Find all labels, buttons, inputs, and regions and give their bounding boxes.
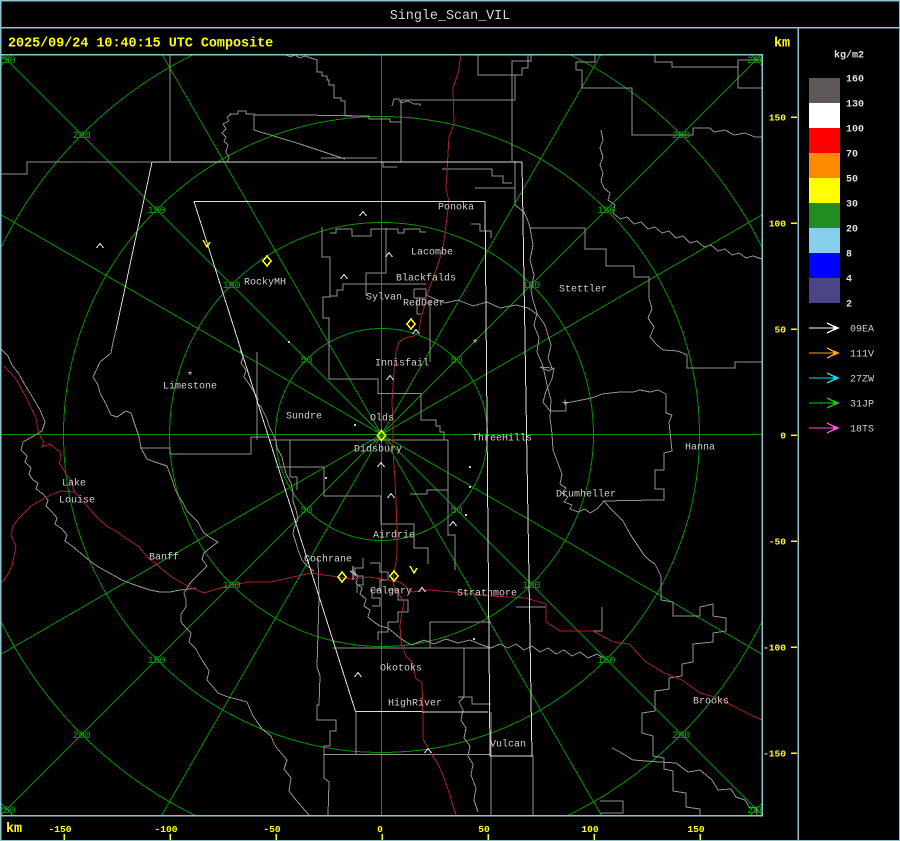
svg-text:Banff: Banff: [149, 552, 179, 564]
svg-text:111V: 111V: [850, 350, 874, 361]
svg-text:km: km: [774, 37, 790, 52]
svg-text:RockyMH: RockyMH: [244, 277, 286, 289]
svg-text:Single_Scan_VIL: Single_Scan_VIL: [390, 9, 511, 24]
svg-text:-50: -50: [769, 537, 787, 548]
svg-text:Didsbury: Didsbury: [354, 444, 402, 456]
svg-text:Airdrie: Airdrie: [373, 530, 415, 542]
svg-text:200: 200: [73, 131, 91, 142]
svg-text:-100: -100: [154, 824, 177, 835]
svg-text:200: 200: [672, 131, 690, 142]
svg-text:Lake: Lake: [62, 478, 86, 490]
svg-text:kg/m2: kg/m2: [834, 50, 864, 62]
svg-text:Olds: Olds: [370, 413, 394, 425]
svg-text:-50: -50: [263, 824, 281, 835]
svg-text:150: 150: [687, 824, 705, 835]
svg-text:km: km: [6, 822, 22, 837]
svg-text:20: 20: [846, 225, 858, 236]
svg-text:100: 100: [522, 281, 540, 292]
svg-text:ThreeHills: ThreeHills: [472, 433, 532, 445]
svg-text:160: 160: [846, 75, 864, 86]
svg-text:Okotoks: Okotoks: [380, 663, 422, 675]
svg-text:*: *: [472, 339, 479, 351]
svg-text:-100: -100: [763, 643, 786, 654]
svg-text:150: 150: [597, 656, 615, 667]
svg-text:100: 100: [581, 824, 599, 835]
svg-text:Sundre: Sundre: [286, 411, 322, 423]
svg-text:50: 50: [846, 175, 858, 186]
svg-text:18TS: 18TS: [850, 425, 874, 436]
svg-text:30: 30: [846, 200, 858, 211]
svg-text:50: 50: [450, 356, 462, 367]
svg-text:70: 70: [846, 150, 858, 161]
svg-text:150: 150: [769, 113, 787, 124]
svg-text:50: 50: [300, 506, 312, 517]
svg-text:-150: -150: [763, 749, 786, 760]
svg-text:Innisfail: Innisfail: [375, 358, 429, 370]
svg-text:100: 100: [769, 219, 787, 230]
svg-text:8: 8: [846, 250, 852, 261]
svg-text:130: 130: [846, 100, 864, 111]
svg-text:100: 100: [846, 125, 864, 136]
svg-text:Cochrane: Cochrane: [304, 554, 352, 566]
svg-text:150: 150: [148, 206, 166, 217]
svg-text:27ZW: 27ZW: [850, 375, 874, 386]
svg-text:Drumheller: Drumheller: [556, 489, 616, 501]
svg-text:-150: -150: [48, 824, 71, 835]
svg-text:4: 4: [846, 275, 852, 286]
svg-text:100: 100: [223, 281, 241, 292]
svg-text:250: 250: [0, 56, 16, 67]
svg-text:31JP: 31JP: [850, 400, 874, 411]
svg-text:09EA: 09EA: [850, 325, 874, 336]
svg-text:Vulcan: Vulcan: [490, 739, 526, 751]
svg-text:Calgary: Calgary: [370, 586, 412, 598]
svg-text:2025/09/24 10:40:15 UTC Compos: 2025/09/24 10:40:15 UTC Composite: [8, 37, 273, 52]
svg-text:100: 100: [522, 581, 540, 592]
svg-text:2: 2: [846, 300, 852, 311]
svg-text:150: 150: [148, 656, 166, 667]
svg-text:Ponoka: Ponoka: [438, 202, 474, 214]
svg-text:50: 50: [478, 824, 490, 835]
svg-text:Sylvan: Sylvan: [366, 292, 402, 304]
svg-text:Louise: Louise: [59, 495, 95, 507]
svg-text:150: 150: [597, 206, 615, 217]
svg-text:0: 0: [377, 824, 383, 835]
svg-text:Blackfalds: Blackfalds: [396, 273, 456, 285]
svg-text:Limestone: Limestone: [163, 381, 217, 393]
svg-text:Lacombe: Lacombe: [411, 247, 453, 259]
svg-text:+: +: [562, 398, 569, 410]
svg-text:RedDeer: RedDeer: [403, 298, 445, 310]
svg-text:0: 0: [780, 431, 786, 442]
svg-text:Brooks: Brooks: [693, 696, 729, 708]
svg-text:200: 200: [672, 731, 690, 742]
svg-text:50: 50: [450, 506, 462, 517]
svg-text:Strathmore: Strathmore: [457, 588, 517, 600]
svg-text:50: 50: [774, 325, 786, 336]
svg-text:Hanna: Hanna: [685, 443, 715, 454]
svg-text:200: 200: [73, 731, 91, 742]
svg-text:HighRiver: HighRiver: [388, 698, 442, 710]
svg-text:Stettler: Stettler: [559, 284, 607, 296]
svg-text:100: 100: [223, 581, 241, 592]
svg-text:50: 50: [300, 356, 312, 367]
